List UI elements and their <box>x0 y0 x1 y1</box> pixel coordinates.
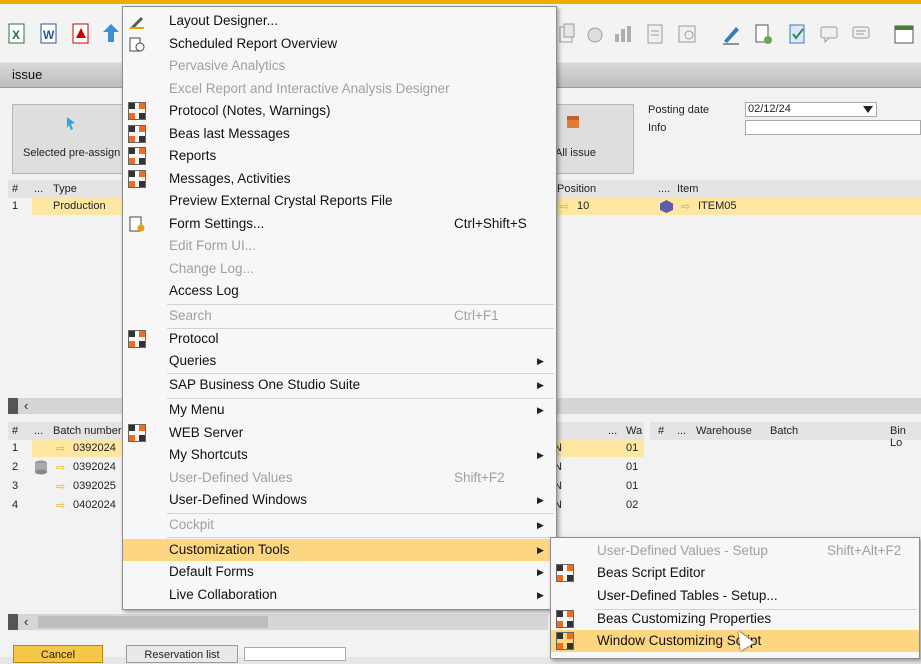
menu-item-preview-crystal[interactable]: Preview External Crystal Reports File <box>123 190 556 212</box>
submenu-arrow-icon: ▶ <box>537 380 544 390</box>
beas-icon <box>128 102 146 120</box>
reservation-list-button[interactable]: Reservation list <box>126 645 238 663</box>
schedule-report-icon <box>129 37 145 52</box>
document-icon[interactable] <box>644 22 666 46</box>
menu-item-cockpit: Cockpit ▶ <box>123 514 556 536</box>
reservation-field[interactable] <box>244 647 346 661</box>
cancel-button[interactable]: Cancel <box>13 645 103 663</box>
menu-item-studio-suite[interactable]: SAP Business One Studio Suite ▶ <box>123 374 556 396</box>
menu-item-protocol[interactable]: Protocol <box>123 328 556 350</box>
posting-date-field[interactable]: 02/12/24 <box>745 102 877 117</box>
scroll-left-icon[interactable]: ‹ <box>24 398 28 413</box>
message-icon[interactable] <box>818 22 840 46</box>
menu-item-protocol-notes[interactable]: Protocol (Notes, Warnings) <box>123 100 556 122</box>
pointer-icon <box>67 117 75 130</box>
submenu-item-udv-setup: User-Defined Values - Setup Shift+Alt+F2 <box>597 543 902 558</box>
svg-text:W: W <box>43 28 55 42</box>
context-menu: Layout Designer... Scheduled Report Over… <box>122 6 557 610</box>
menu-item-queries[interactable]: Queries ▶ <box>123 350 556 372</box>
menu-item-reports[interactable]: Reports <box>123 145 556 167</box>
menu-item-messages-activities[interactable]: Messages, Activities <box>123 168 556 190</box>
menu-item-form-settings[interactable]: Form Settings... Ctrl+Shift+S <box>123 213 556 235</box>
submenu-item-beas-customizing-properties[interactable]: Beas Customizing Properties <box>551 608 919 630</box>
info-label: Info <box>648 122 667 134</box>
comment-icon[interactable] <box>850 22 872 46</box>
menu-item-scheduled-report[interactable]: Scheduled Report Overview <box>123 33 556 55</box>
link-arrow-icon[interactable]: ⇨ <box>560 200 569 213</box>
box-icon <box>567 116 579 128</box>
info-field[interactable] <box>745 120 921 135</box>
calendar-icon[interactable] <box>893 22 915 46</box>
submenu-item-udt-setup[interactable]: User-Defined Tables - Setup... <box>551 585 919 607</box>
grid3-header: # ... Warehouse Batch Bin Lo <box>650 422 921 449</box>
menu-item-my-menu[interactable]: My Menu ▶ <box>123 399 556 421</box>
menu-item-my-shortcuts[interactable]: My Shortcuts ▶ <box>123 444 556 466</box>
beas-icon <box>556 610 574 628</box>
layout-designer-icon <box>130 17 144 29</box>
link-arrow-icon[interactable]: ⇨ <box>56 461 65 474</box>
hand-icon[interactable] <box>584 22 606 46</box>
excel-export-icon[interactable]: X <box>6 22 28 46</box>
beas-icon <box>128 330 146 348</box>
scroll-left-icon[interactable]: ‹ <box>24 614 28 629</box>
menu-item-access-log[interactable]: Access Log <box>123 280 556 302</box>
menu-item-beas-last-messages[interactable]: Beas last Messages <box>123 123 556 145</box>
menu-item-layout-designer[interactable]: Layout Designer... <box>123 10 556 32</box>
inspect-icon[interactable] <box>676 22 698 46</box>
menu-item-pervasive-analytics: Pervasive Analytics <box>169 58 286 73</box>
beas-icon <box>556 632 574 650</box>
menu-item-live-collaboration[interactable]: Live Collaboration ▶ <box>123 584 556 606</box>
posting-date-label: Posting date <box>648 104 710 116</box>
submenu-arrow-icon: ▶ <box>537 520 544 530</box>
submenu-arrow-icon: ▶ <box>537 590 544 600</box>
chart-icon[interactable] <box>612 22 634 46</box>
word-export-icon[interactable]: W <box>38 22 60 46</box>
new-doc-icon[interactable] <box>752 22 774 46</box>
beas-icon <box>556 564 574 582</box>
navigate-icon[interactable] <box>100 22 122 46</box>
beas-icon <box>128 147 146 165</box>
chevron-down-icon <box>863 106 873 113</box>
submenu-arrow-icon: ▶ <box>537 405 544 415</box>
link-arrow-icon[interactable]: ⇨ <box>56 480 65 493</box>
form-settings-icon <box>129 216 145 232</box>
beas-icon <box>128 424 146 442</box>
menu-item-user-defined-values: User-Defined Values Shift+F2 <box>169 470 505 485</box>
window-title: issue <box>12 67 43 82</box>
menu-separator <box>167 537 554 538</box>
submenu-arrow-icon: ▶ <box>537 495 544 505</box>
menu-item-change-log: Change Log... <box>169 261 254 276</box>
approve-icon[interactable] <box>786 22 808 46</box>
menu-item-edit-form-ui: Edit Form UI... <box>169 238 257 253</box>
pdf-export-icon[interactable] <box>70 22 92 46</box>
database-icon <box>35 460 47 475</box>
menu-item-default-forms[interactable]: Default Forms ▶ <box>123 561 556 583</box>
cube-icon <box>660 200 673 213</box>
submenu-item-beas-script-editor[interactable]: Beas Script Editor <box>551 562 919 584</box>
beas-icon <box>128 125 146 143</box>
svg-text:X: X <box>12 28 20 42</box>
edit-pen-icon[interactable] <box>720 22 742 46</box>
submenu-arrow-icon: ▶ <box>537 567 544 577</box>
beas-icon <box>128 170 146 188</box>
link-arrow-icon[interactable]: ⇨ <box>56 499 65 512</box>
copy-icon[interactable] <box>556 22 578 46</box>
submenu-arrow-icon: ▶ <box>537 356 544 366</box>
selected-pre-assign-button[interactable]: Selected pre-assign <box>12 104 126 174</box>
menu-item-web-server[interactable]: WEB Server <box>123 422 556 444</box>
submenu-arrow-icon: ▶ <box>537 545 544 555</box>
menu-item-customization-tools[interactable]: Customization Tools ▶ <box>123 539 556 561</box>
submenu-arrow-icon: ▶ <box>537 450 544 460</box>
link-arrow-icon[interactable]: ⇨ <box>56 442 65 455</box>
menu-item-excel-report: Excel Report and Interactive Analysis De… <box>169 81 450 96</box>
horizontal-scrollbar[interactable]: ‹ <box>8 614 548 630</box>
menu-item-search: Search Ctrl+F1 <box>169 308 499 323</box>
link-arrow-icon[interactable]: ⇨ <box>681 200 690 213</box>
menu-item-user-defined-windows[interactable]: User-Defined Windows ▶ <box>123 489 556 511</box>
